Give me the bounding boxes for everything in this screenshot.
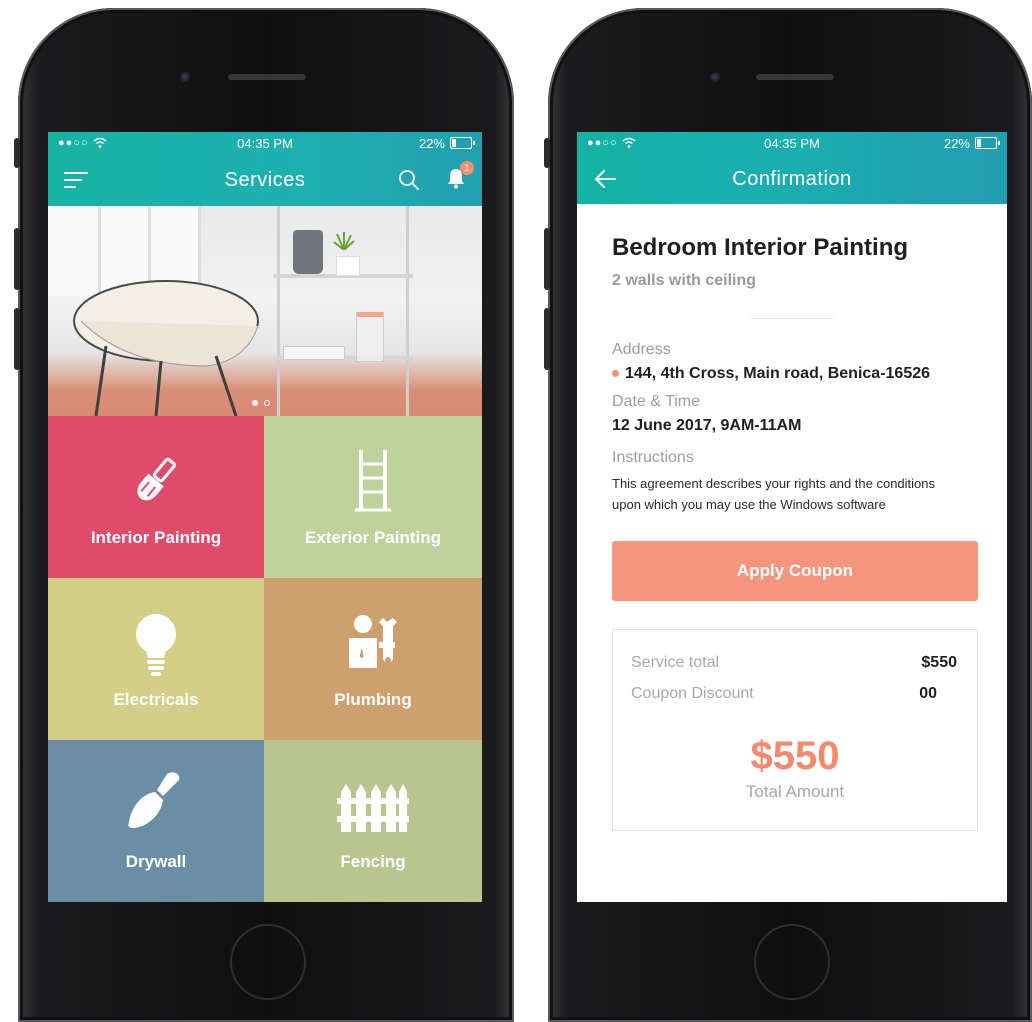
phone-confirmation: ●●○○ 04:35 PM 22% Confirmation Bedroom I… [544,8,1032,1022]
instructions-line-1: This agreement describes your rights and… [612,476,936,491]
service-total-row: Service total $550 [631,654,957,672]
apply-coupon-button[interactable]: Apply Coupon [612,541,978,601]
mute-switch [544,138,550,168]
carousel-dot[interactable] [264,400,270,406]
front-camera [180,72,192,84]
tile-label: Exterior Painting [304,528,442,547]
volume-down-button [14,308,20,370]
fence-icon [337,784,409,832]
battery-icon [975,137,1000,149]
service-total-label: Service total [631,654,720,671]
volume-up-button [14,228,20,290]
datetime-value: 12 June 2017, 9AM-11AM [612,417,802,434]
trowel-icon [128,772,180,828]
volume-down-button [544,308,550,370]
tile-interior-painting[interactable]: Interior Painting [48,416,264,578]
page-title: Services [224,168,306,191]
total-amount-label: Total Amount [745,782,845,801]
service-total-value: $550 [921,654,957,671]
plumber-icon [349,615,397,668]
confirmation-screen: ●●○○ 04:35 PM 22% Confirmation Bedroom I… [577,132,1007,902]
tile-label: Interior Painting [90,528,222,547]
job-subtitle: 2 walls with ceiling [612,272,757,289]
home-button[interactable] [230,924,306,1000]
tile-fencing[interactable]: Fencing [264,740,482,902]
confirmation-appbar: ●●○○ 04:35 PM 22% Confirmation [577,132,1007,204]
status-bar: ●●○○ 04:35 PM 22% [577,132,1007,154]
confirmation-navbar: Confirmation [577,154,1007,204]
status-time: 04:35 PM [237,136,293,151]
home-button[interactable] [754,924,830,1000]
divider [750,318,834,319]
tile-plumbing[interactable]: Plumbing [264,578,482,740]
page-title: Confirmation [732,167,852,190]
battery-icon [450,137,475,149]
paintbrush-icon [137,457,176,501]
status-time: 04:35 PM [764,136,820,151]
services-appbar: ●●○○ 04:35 PM 22% Services 1 [48,132,482,206]
tile-electricals[interactable]: Electricals [48,578,264,740]
front-camera [710,72,722,84]
instructions-line-2: upon which you may use the Windows softw… [612,497,886,512]
plant-image [333,232,355,250]
total-amount-value: $550 [750,734,840,778]
hero-banner[interactable] [48,206,482,416]
coupon-discount-label: Coupon Discount [631,685,754,702]
jar-image [356,312,384,362]
instructions-label: Instructions [612,449,694,466]
books-image [283,346,345,360]
notifications-button[interactable]: 1 [446,160,474,194]
ladder-icon [355,450,391,512]
coupon-discount-value: 00 [919,685,937,702]
earpiece-speaker [228,74,306,80]
pitcher-image [293,230,323,274]
tile-drywall[interactable]: Drywall [48,740,264,902]
lightbulb-icon [136,614,176,676]
coupon-discount-row: Coupon Discount 00 [631,685,957,703]
address-dot-icon [612,370,619,378]
address-value: 144, 4th Cross, Main road, Benica-16526 [612,365,972,383]
tile-label: Plumbing [334,690,412,709]
confirmation-body: Bedroom Interior Painting 2 walls with c… [577,204,1007,831]
status-bar: ●●○○ 04:35 PM 22% [48,132,482,154]
address-label: Address [612,341,671,358]
tile-label: Electricals [113,690,199,709]
notification-badge: 1 [460,160,474,175]
mute-switch [14,138,20,168]
volume-up-button [544,228,550,290]
phone-services: ●●○○ 04:35 PM 22% Services 1 Interior Pa… [14,8,514,1022]
earpiece-speaker [756,74,834,80]
job-title: Bedroom Interior Painting [612,234,909,261]
price-summary-card: Service total $550 Coupon Discount 00 $5… [612,629,978,831]
carousel-dot-active[interactable] [252,400,258,406]
carousel-indicator[interactable] [252,400,270,406]
tile-label: Fencing [340,852,406,871]
pot-image [336,256,360,276]
service-grid: Interior Painting Exterior Painting Elec… [48,416,482,902]
tile-exterior-painting[interactable]: Exterior Painting [264,416,482,578]
tile-label: Drywall [125,852,187,871]
chair-image [73,280,259,416]
services-navbar: Services 1 [48,154,482,206]
datetime-label: Date & Time [612,393,701,410]
services-screen: ●●○○ 04:35 PM 22% Services 1 Interior Pa… [48,132,482,902]
